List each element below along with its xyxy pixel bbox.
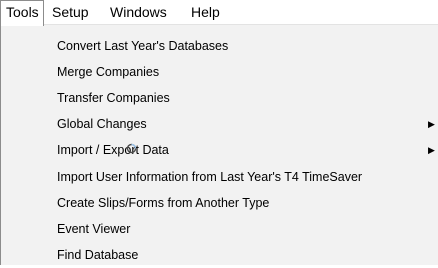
menu-item-convert-last-years-databases[interactable]: Convert Last Year's Databases	[1, 33, 438, 59]
menu-windows[interactable]: Windows	[110, 0, 167, 24]
menu-help[interactable]: Help	[191, 0, 220, 24]
menu-item-import-export-data[interactable]: Import / Export Data ▶	[1, 137, 438, 163]
menu-tools[interactable]: Tools	[0, 0, 44, 26]
menu-item-label: Convert Last Year's Databases	[57, 39, 229, 53]
menu-bar: Tools Setup Windows Help	[0, 0, 438, 26]
menu-item-create-slips-forms[interactable]: Create Slips/Forms from Another Type	[1, 190, 438, 216]
submenu-arrow-icon: ▶	[428, 145, 435, 155]
menu-item-merge-companies[interactable]: Merge Companies	[1, 59, 438, 85]
menu-setup[interactable]: Setup	[52, 0, 89, 24]
submenu-arrow-icon: ▶	[428, 119, 435, 129]
menu-item-label: Find Database	[57, 248, 139, 262]
menu-item-label: Merge Companies	[57, 65, 160, 79]
menu-item-label: Create Slips/Forms from Another Type	[57, 196, 270, 210]
menu-item-label: Global Changes	[57, 117, 147, 131]
menu-item-label: Event Viewer	[57, 222, 131, 236]
busy-cursor-icon	[126, 143, 137, 154]
menu-item-find-database[interactable]: Find Database	[1, 242, 438, 268]
menu-item-import-user-information[interactable]: Import User Information from Last Year's…	[1, 164, 438, 190]
menu-item-label: Transfer Companies	[57, 91, 170, 105]
menu-item-transfer-companies[interactable]: Transfer Companies	[1, 85, 438, 111]
menu-item-label: Import / Export Data	[57, 143, 169, 157]
menu-item-label: Import User Information from Last Year's…	[57, 170, 363, 184]
menu-item-global-changes[interactable]: Global Changes ▶	[1, 111, 438, 137]
menu-item-event-viewer[interactable]: Event Viewer	[1, 216, 438, 242]
tools-dropdown-menu: Convert Last Year's Databases Merge Comp…	[0, 25, 438, 265]
